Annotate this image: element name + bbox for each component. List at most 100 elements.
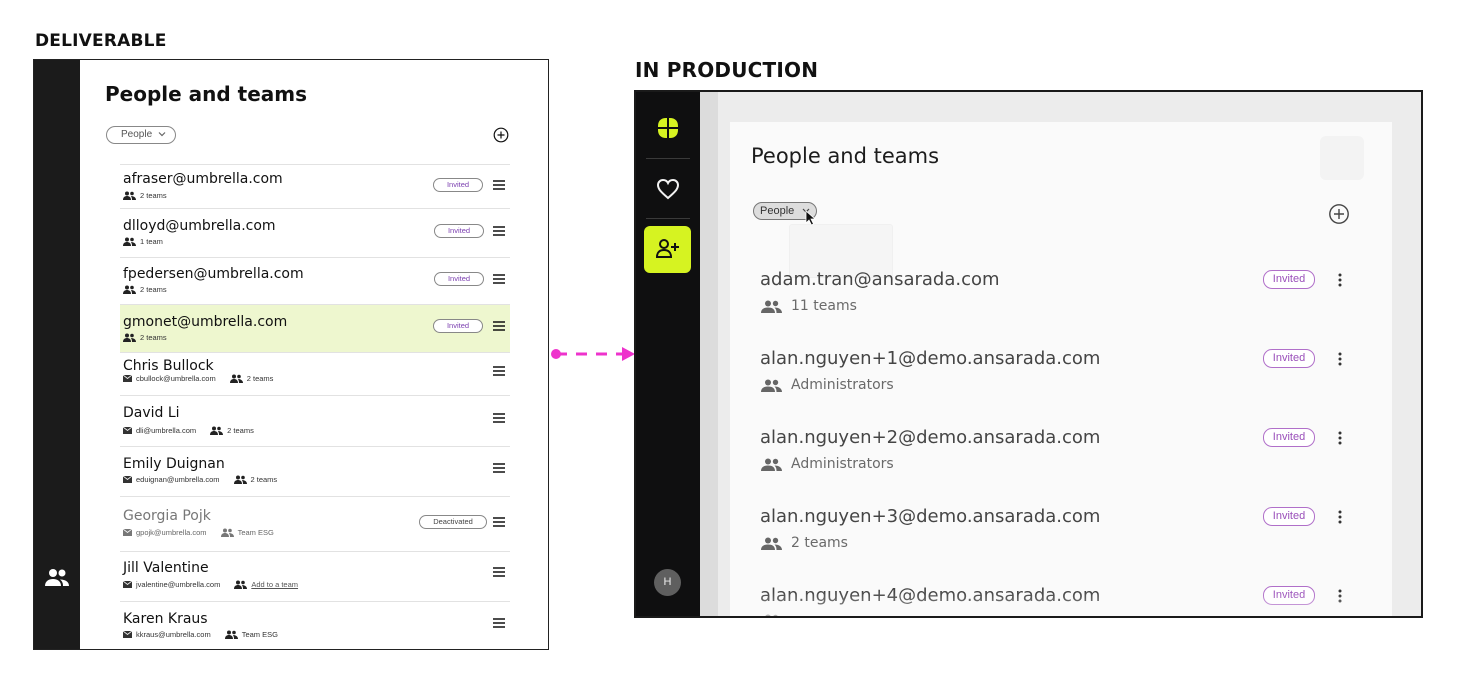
person-teams: 2 teams	[123, 333, 167, 342]
people-icon[interactable]	[44, 567, 70, 589]
person-email: dlloyd@umbrella.com	[123, 218, 276, 234]
mail-icon	[123, 427, 132, 434]
rail-divider	[646, 158, 690, 159]
teams-count: 2 teams	[140, 333, 167, 342]
menu-icon[interactable]	[493, 618, 505, 628]
person-row[interactable]: David Li dli@umbrella.com 2 teams	[120, 395, 510, 446]
mail-icon	[123, 529, 132, 536]
person-row-selected[interactable]: gmonet@umbrella.com 2 teams Invited	[120, 304, 510, 352]
mail-icon	[123, 631, 132, 638]
person-teams: 11 teams	[761, 298, 857, 314]
status-badge: Invited	[1263, 428, 1315, 447]
menu-icon[interactable]	[493, 366, 505, 376]
person-email: dli@umbrella.com	[136, 426, 197, 435]
person-row[interactable]: adam.tran@ansarada.com 11 teams Invited	[760, 269, 1360, 348]
people-add-icon	[655, 239, 679, 258]
people-icon	[123, 191, 136, 200]
menu-icon[interactable]	[493, 226, 505, 236]
connector-arrow	[551, 347, 635, 361]
person-email: eduignan@umbrella.com	[136, 475, 220, 484]
person-meta: eduignan@umbrella.com 2 teams	[123, 475, 277, 484]
app-logo-icon[interactable]	[656, 116, 680, 140]
people-nav-button[interactable]	[644, 226, 691, 273]
teams-count: 2 teams	[250, 475, 278, 484]
status-badge: Invited	[1263, 270, 1315, 289]
person-row[interactable]: Karen Kraus kkraus@umbrella.com Team ESG	[120, 601, 510, 649]
heart-icon[interactable]	[656, 178, 680, 200]
teams-count: Administrators	[791, 377, 894, 393]
people-icon	[210, 426, 224, 435]
side-gutter	[700, 92, 718, 616]
people-add-icon	[234, 580, 248, 589]
person-name: Emily Duignan	[123, 456, 225, 472]
people-icon	[224, 630, 238, 639]
teams-count: 2 teams	[140, 191, 167, 200]
scroll-fade	[730, 592, 1392, 616]
people-filter-dropdown[interactable]: People	[106, 126, 176, 144]
menu-icon[interactable]	[493, 517, 505, 527]
production-screenshot: H People and teams People adam.tran@ansa…	[634, 90, 1423, 618]
team-name: Team ESG	[237, 528, 274, 537]
menu-icon[interactable]	[493, 463, 505, 473]
people-icon	[761, 458, 782, 471]
person-row-deactivated[interactable]: Georgia Pojk gpojk@umbrella.com Team ESG…	[120, 496, 510, 551]
menu-icon[interactable]	[493, 567, 505, 577]
teams-count: 1 team	[140, 237, 163, 246]
person-name: Georgia Pojk	[123, 508, 211, 524]
teams-count: Administrators	[791, 456, 894, 472]
people-icon	[761, 300, 782, 313]
add-circle-icon[interactable]	[1328, 203, 1350, 225]
person-teams: 2 teams	[123, 285, 167, 294]
header-placeholder	[1320, 136, 1364, 180]
people-icon	[123, 333, 136, 342]
teams-count: 2 teams	[791, 535, 848, 551]
person-row[interactable]: Emily Duignan eduignan@umbrella.com 2 te…	[120, 446, 510, 496]
status-badge: Invited	[1263, 349, 1315, 368]
person-row[interactable]: afraser@umbrella.com 2 teams Invited	[120, 164, 510, 208]
mouse-cursor-icon	[805, 210, 817, 226]
user-avatar[interactable]: H	[654, 569, 681, 596]
menu-icon[interactable]	[493, 413, 505, 423]
person-email: gpojk@umbrella.com	[136, 528, 207, 537]
add-to-team-link[interactable]: Add to a team	[251, 580, 298, 589]
people-icon	[761, 537, 782, 550]
page-title: People and teams	[105, 82, 308, 106]
teams-count: 2 teams	[140, 285, 167, 294]
menu-icon[interactable]	[493, 321, 505, 331]
chevron-down-icon	[158, 132, 166, 137]
person-email: alan.nguyen+2@demo.ansarada.com	[760, 427, 1101, 448]
rail-divider	[646, 218, 690, 219]
more-vertical-icon[interactable]	[1338, 273, 1342, 287]
person-teams: 2 teams	[123, 191, 167, 200]
mail-icon	[123, 476, 132, 483]
more-vertical-icon[interactable]	[1338, 431, 1342, 445]
teams-count: 2 teams	[246, 374, 274, 383]
add-circle-icon[interactable]	[493, 127, 509, 143]
person-row[interactable]: Jill Valentine jvalentine@umbrella.com A…	[120, 551, 510, 601]
status-badge: Deactivated	[419, 515, 487, 529]
person-teams: 2 teams	[761, 535, 848, 551]
status-badge: Invited	[434, 272, 484, 286]
person-email: alan.nguyen+3@demo.ansarada.com	[760, 506, 1101, 527]
person-name: Karen Kraus	[123, 611, 208, 627]
person-teams: 1 team	[123, 237, 163, 246]
sidebar-rail	[34, 60, 80, 649]
person-row[interactable]: dlloyd@umbrella.com 1 team Invited	[120, 208, 510, 257]
person-email: gmonet@umbrella.com	[123, 314, 288, 330]
page-title: People and teams	[751, 144, 940, 168]
menu-icon[interactable]	[493, 180, 505, 190]
person-row[interactable]: Chris Bullock cbullock@umbrella.com 2 te…	[120, 352, 510, 395]
deliverable-caption: DELIVERABLE	[35, 31, 167, 51]
more-vertical-icon[interactable]	[1338, 352, 1342, 366]
person-row[interactable]: fpedersen@umbrella.com 2 teams Invited	[120, 257, 510, 304]
person-row[interactable]: alan.nguyen+2@demo.ansarada.com Administ…	[760, 427, 1360, 506]
person-name: David Li	[123, 405, 180, 421]
menu-icon[interactable]	[493, 274, 505, 284]
person-row[interactable]: alan.nguyen+1@demo.ansarada.com Administ…	[760, 348, 1360, 427]
person-email: adam.tran@ansarada.com	[760, 269, 1000, 290]
people-icon	[220, 528, 234, 537]
more-vertical-icon[interactable]	[1338, 510, 1342, 524]
people-icon	[229, 374, 243, 383]
sidebar-rail: H	[636, 92, 700, 616]
person-row[interactable]: alan.nguyen+3@demo.ansarada.com 2 teams …	[760, 506, 1360, 585]
